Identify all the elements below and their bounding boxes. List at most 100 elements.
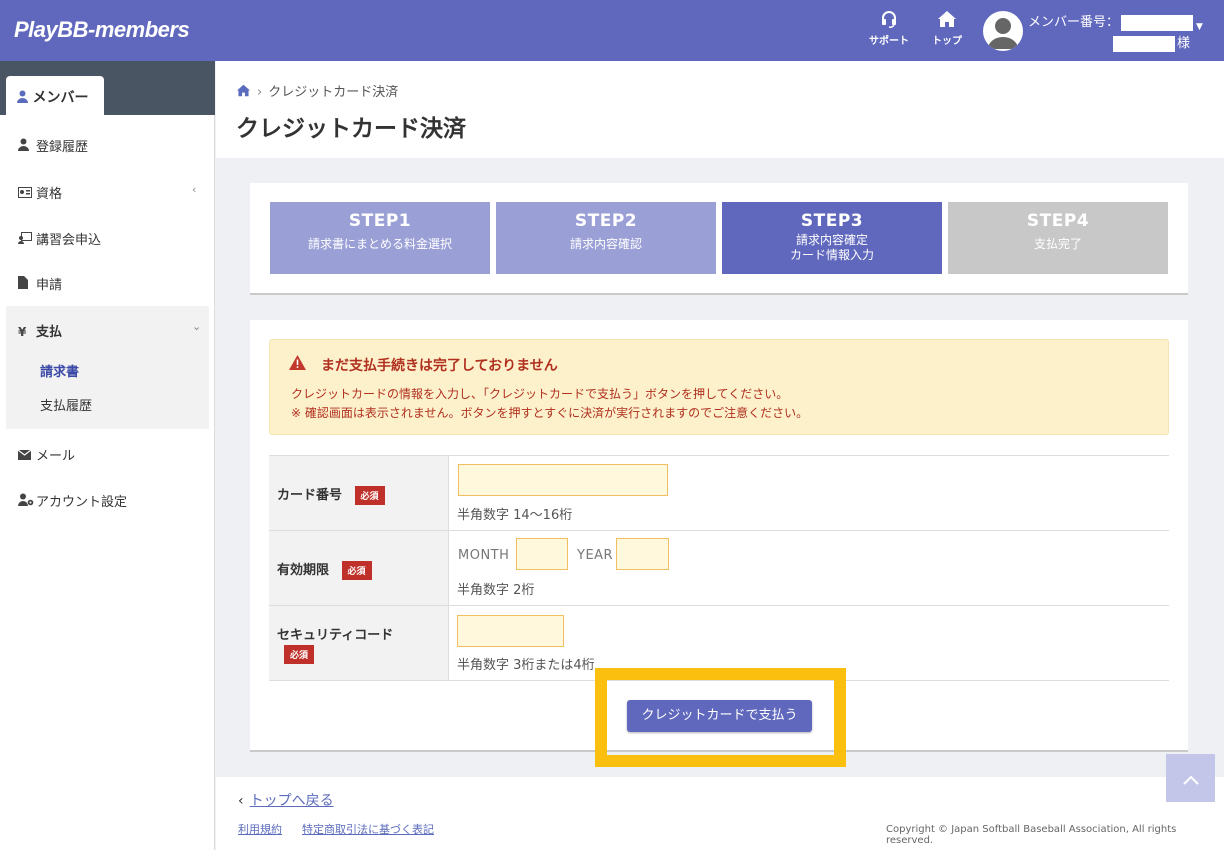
alert-line-2: ※ 確認画面は表示されません。ボタンを押すとすぐに決済が実行されますのでご注意く… xyxy=(291,406,809,420)
year-input[interactable] xyxy=(616,538,669,570)
alert-line-1: クレジットカードの情報を入力し、「クレジットカードで支払う」ボタンを押してくださ… xyxy=(291,387,789,401)
step-3-current: STEP3 請求内容確定 カード情報入力 xyxy=(722,202,942,274)
id-card-icon xyxy=(18,187,36,201)
back-to-top-label: トップへ戻る xyxy=(249,793,334,809)
envelope-icon xyxy=(17,449,36,463)
sidebar: メンバー 登録履歴 資格 ‹ 講習会申込 申請 ¥ 支払 ⌄ 請求書 支払履歴 メ… xyxy=(0,61,215,850)
chevron-down-icon[interactable]: ⌄ xyxy=(192,320,201,333)
sidebar-tab-member[interactable]: メンバー xyxy=(6,76,104,115)
step-desc: 支払完了 xyxy=(1033,237,1082,251)
card-number-row: カード番号 必須 半角数字 14～16桁 xyxy=(269,455,1169,530)
breadcrumb-separator: › xyxy=(257,85,263,100)
required-badge: 必須 xyxy=(354,486,385,505)
security-code-input[interactable] xyxy=(457,615,564,647)
step-1: STEP1 請求書にまとめる料金選択 xyxy=(270,202,490,274)
page-title: クレジットカード決済 xyxy=(236,116,466,142)
step-2: STEP2 請求内容確認 xyxy=(496,202,716,274)
alert-message: クレジットカードの情報を入力し、「クレジットカードで支払う」ボタンを押してくださ… xyxy=(291,385,808,423)
sidebar-item-application[interactable]: 申請 xyxy=(18,274,62,293)
step-title: STEP2 xyxy=(574,211,638,231)
top-header: PlayBB-members サポート トップ メンバー番号： 様 ▼ xyxy=(0,0,1224,61)
sidebar-item-qualification[interactable]: 資格 xyxy=(18,183,62,202)
support-link[interactable]: サポート xyxy=(864,10,914,47)
alert-title: まだ支払手続きは完了しておりません xyxy=(321,358,558,374)
sidebar-item-label: 資格 xyxy=(36,187,63,202)
support-label: サポート xyxy=(869,36,909,47)
sidebar-item-label: 講習会申込 xyxy=(36,233,102,248)
member-suffix: 様 xyxy=(1177,36,1191,51)
logo[interactable]: PlayBB-members xyxy=(14,17,190,43)
avatar[interactable] xyxy=(983,11,1023,51)
warning-icon xyxy=(289,355,306,374)
warning-alert: まだ支払手続きは完了しておりません クレジットカードの情報を入力し、「クレジット… xyxy=(269,339,1169,435)
chalkboard-icon xyxy=(18,232,36,247)
user-cog-icon xyxy=(18,493,36,509)
card-number-label-text: カード番号 xyxy=(277,488,343,503)
user-icon xyxy=(18,138,36,154)
sidebar-item-payment[interactable]: ¥ 支払 xyxy=(18,321,62,340)
top-link[interactable]: トップ xyxy=(922,10,972,47)
user-menu-caret-icon[interactable]: ▼ xyxy=(1196,22,1203,32)
member-name: 様 xyxy=(1113,32,1190,52)
breadcrumb-current: クレジットカード決済 xyxy=(268,85,399,100)
sidebar-item-mail[interactable]: メール xyxy=(17,445,76,464)
sidebar-item-label: 登録履歴 xyxy=(36,140,89,155)
redacted-member-name xyxy=(1113,35,1175,52)
redacted-member-number xyxy=(1121,14,1194,31)
security-code-label: セキュリティコード xyxy=(277,628,394,643)
commerce-law-link[interactable]: 特定商取引法に基づく表記 xyxy=(302,821,434,837)
required-badge: 必須 xyxy=(341,561,372,580)
card-number-hint: 半角数字 14～16桁 xyxy=(457,508,573,523)
footer: ‹ トップへ戻る 利用規約 特定商取引法に基づく表記 Copyright © Ja… xyxy=(216,777,1224,850)
card-number-label-cell: カード番号 必須 xyxy=(269,456,449,530)
sidebar-tab-member-label: メンバー xyxy=(32,90,89,106)
expiry-hint: 半角数字 2桁 xyxy=(457,583,535,598)
sidebar-item-history[interactable]: 登録履歴 xyxy=(18,136,88,155)
sidebar-item-label: アカウント設定 xyxy=(36,495,128,510)
member-number-label: メンバー番号： xyxy=(1028,15,1120,30)
month-input[interactable] xyxy=(516,538,568,570)
terms-link[interactable]: 利用規約 xyxy=(238,821,282,837)
steps-card: STEP1 請求書にまとめる料金選択 STEP2 請求内容確認 STEP3 請求… xyxy=(250,183,1188,295)
step-desc: 請求内容確定 カード情報入力 xyxy=(722,233,942,263)
expiry-label: 有効期限 必須 xyxy=(277,559,372,580)
file-icon xyxy=(18,276,36,292)
sidebar-subitem-invoice[interactable]: 請求書 xyxy=(40,361,79,380)
chevron-left-icon[interactable]: ‹ xyxy=(192,183,196,196)
back-to-top-link[interactable]: ‹ トップへ戻る xyxy=(238,790,334,810)
security-code-label-cell: セキュリティコード 必須 xyxy=(269,606,449,680)
scroll-to-top-button[interactable] xyxy=(1166,754,1215,802)
step-desc-line1: 請求内容確定 xyxy=(795,233,868,247)
month-label: MONTH xyxy=(458,548,510,563)
expiry-label-text: 有効期限 xyxy=(277,563,330,578)
copyright: Copyright © Japan Softball Baseball Asso… xyxy=(886,824,1177,846)
headset-icon xyxy=(864,10,914,30)
expiry-row: 有効期限 必須 MONTH YEAR 半角数字 2桁 xyxy=(269,530,1169,605)
step-title: STEP4 xyxy=(1026,211,1090,231)
required-badge-wrap: 必須 xyxy=(284,645,315,664)
step-title: STEP1 xyxy=(348,211,412,231)
breadcrumb: › クレジットカード決済 xyxy=(236,81,398,100)
chevron-up-icon xyxy=(1182,766,1200,790)
user-icon xyxy=(17,90,33,106)
expiry-label-cell: 有効期限 必須 xyxy=(269,531,449,605)
card-number-input[interactable] xyxy=(458,464,668,496)
sidebar-subitem-payment-history[interactable]: 支払履歴 xyxy=(40,395,92,414)
sidebar-item-account[interactable]: アカウント設定 xyxy=(18,491,127,510)
step-desc-line2: カード情報入力 xyxy=(789,248,874,262)
sidebar-item-label: メール xyxy=(36,449,76,464)
card-number-label: カード番号 必須 xyxy=(277,484,385,505)
security-code-hint: 半角数字 3桁または4桁 xyxy=(457,658,595,673)
sidebar-item-seminar[interactable]: 講習会申込 xyxy=(18,229,101,248)
chevron-left-icon: ‹ xyxy=(238,793,244,809)
home-icon[interactable] xyxy=(236,84,251,100)
step-desc: 請求内容確認 xyxy=(569,237,642,251)
step-desc: 請求書にまとめる料金選択 xyxy=(307,237,452,251)
sidebar-item-label: 支払 xyxy=(36,325,63,340)
required-badge: 必須 xyxy=(284,645,315,664)
sidebar-item-label: 申請 xyxy=(36,278,63,293)
yen-icon: ¥ xyxy=(18,325,27,339)
member-number: メンバー番号： xyxy=(1028,11,1194,31)
step-title: STEP3 xyxy=(800,211,864,231)
step-4: STEP4 支払完了 xyxy=(948,202,1168,274)
